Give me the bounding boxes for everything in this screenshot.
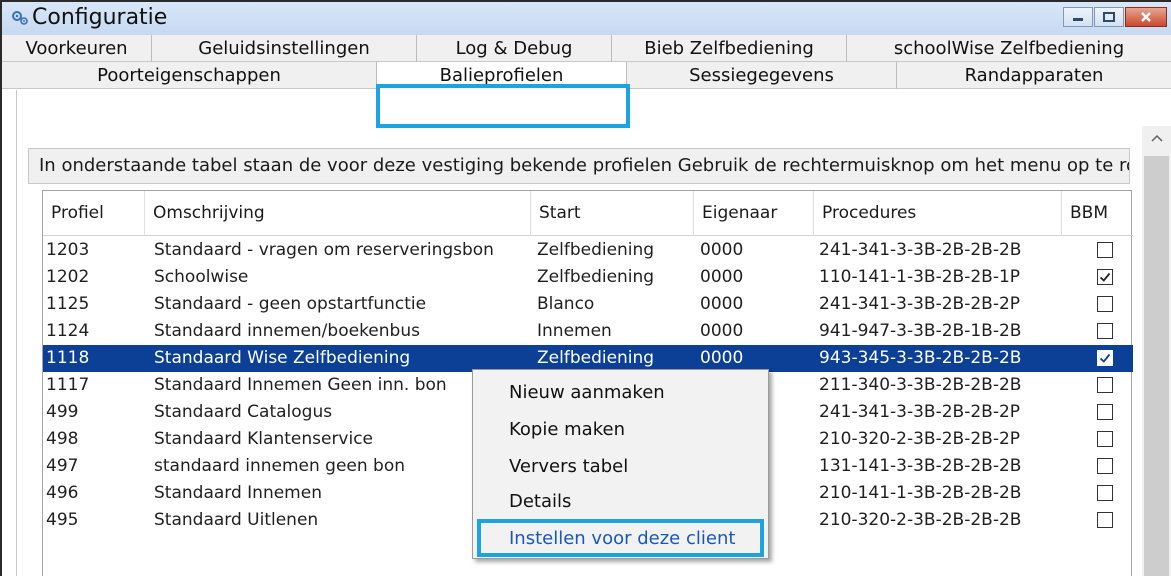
tab-balieprofielen[interactable]: Balieprofielen [377,62,627,89]
bbm-checkbox[interactable] [1097,350,1113,366]
column-header-bbm[interactable]: BBM [1062,191,1133,236]
cell-profiel: 499 [46,402,79,422]
maximize-button[interactable] [1094,7,1124,27]
cell-omschrijving: Standaard - geen opstartfunctie [154,294,427,314]
maximize-icon [1103,12,1115,22]
bbm-checkbox[interactable] [1097,458,1113,474]
cell-eigenaar: 0000 [700,348,744,368]
bbm-checkbox[interactable] [1097,296,1113,312]
cell-procedures: 110-141-1-3B-2B-2B-1P [819,267,1021,287]
table-row[interactable]: 1124 Standaard innemen/boekenbus Innemen 00… [43,318,1133,345]
table-row[interactable]: 1118 Standaard Wise Zelfbediening Zelfbedi… [43,345,1133,372]
context-menu: Nieuw aanmaken Kopie maken Ververs tabel… [472,369,769,559]
window-controls [1062,7,1167,27]
bbm-checkbox[interactable] [1097,323,1113,339]
scroll-thumb[interactable] [1144,156,1169,576]
menu-item-nieuw-aanmaken[interactable]: Nieuw aanmaken [473,376,768,410]
cell-procedures: 211-340-3-3B-2B-2B-2B [819,375,1022,395]
cell-eigenaar: 0000 [700,321,744,341]
cell-procedures: 210-320-2-3B-2B-2B-2B [819,510,1022,530]
table-row[interactable]: 1202 Schoolwise Zelfbediening 0000 110-141-1… [43,264,1133,291]
tab-poorteigenschappen[interactable]: Poorteigenschappen [2,62,377,89]
cell-profiel: 496 [46,483,79,503]
cell-start: Zelfbediening [537,267,655,287]
checkmark-icon [1099,353,1111,363]
menu-item-details[interactable]: Details [473,485,768,519]
column-header-omschrijving[interactable]: Omschrijving [145,191,531,236]
minimize-icon [1073,18,1083,21]
cell-profiel: 1117 [46,375,90,395]
tab-log-debug[interactable]: Log & Debug [417,35,612,62]
cell-procedures: 943-345-3-3B-2B-2B-2B [819,348,1022,368]
bbm-checkbox[interactable] [1097,485,1113,501]
cell-start: Zelfbediening [537,348,655,368]
cell-omschrijving: Schoolwise [154,267,249,287]
window-title: Configuratie [32,5,168,30]
tab-row-1: Voorkeuren Geluidsinstellingen Log & Deb… [2,35,1171,62]
menu-item-ververs-tabel[interactable]: Ververs tabel [473,450,768,484]
menu-item-instellen-voor-deze-client[interactable]: Instellen voor deze client [473,522,768,556]
close-button[interactable] [1125,7,1167,27]
cell-profiel: 1202 [46,267,90,287]
cell-eigenaar: 0000 [700,240,744,260]
cell-procedures: 941-947-3-3B-2B-1B-2B [819,321,1022,341]
cell-procedures: 210-320-2-3B-2B-2B-2P [819,429,1021,449]
cell-profiel: 495 [46,510,79,530]
cell-omschrijving: Standaard Wise Zelfbediening [154,348,411,368]
cell-profiel: 1124 [46,321,90,341]
tab-geluidsinstellingen[interactable]: Geluidsinstellingen [152,35,417,62]
cell-profiel: 1203 [46,240,90,260]
cell-start: Innemen [537,321,612,341]
bbm-checkbox[interactable] [1097,242,1113,258]
table-header: Profiel Omschrijving Start Eigenaar Proc… [43,191,1133,236]
column-header-eigenaar[interactable]: Eigenaar [694,191,814,236]
tab-schoolwise-zelfbediening[interactable]: schoolWise Zelfbediening [847,35,1171,62]
vertical-scrollbar[interactable] [1142,126,1171,576]
cell-start: Blanco [537,294,595,314]
column-header-procedures[interactable]: Procedures [814,191,1062,236]
cell-omschrijving: Standaard - vragen om reserveringsbon [154,240,494,260]
bbm-checkbox[interactable] [1097,431,1113,447]
info-text: In onderstaande tabel staan de voor deze… [28,148,1130,184]
cell-procedures: 131-141-3-3B-2B-2B-2B [819,456,1022,476]
close-icon [1141,12,1151,22]
cell-profiel: 498 [46,429,79,449]
table-row[interactable]: 1125 Standaard - geen opstartfunctie Blanc… [43,291,1133,318]
tab-row-2: Poorteigenschappen Balieprofielen Sessie… [2,62,1171,89]
cell-procedures: 241-341-3-3B-2B-2B-2P [819,294,1021,314]
chevron-up-icon [1150,134,1163,142]
tab-sessiegegevens[interactable]: Sessiegegevens [627,62,897,89]
cell-start: Zelfbediening [537,240,655,260]
gears-icon [10,8,30,28]
cell-procedures: 241-341-3-3B-2B-2B-2P [819,402,1021,422]
bbm-checkbox[interactable] [1097,269,1113,285]
configuratie-window: Configuratie Voorkeuren Geluidsinstellin… [0,0,1171,576]
cell-profiel: 1118 [46,348,90,368]
tab-randapparaten[interactable]: Randapparaten [897,62,1171,89]
column-header-start[interactable]: Start [531,191,694,236]
cell-procedures: 241-341-3-3B-2B-2B-2B [819,240,1022,260]
table-row[interactable]: 1203 Standaard - vragen om reserveringsbo… [43,237,1133,264]
tab-voorkeuren[interactable]: Voorkeuren [2,35,152,62]
title-bar[interactable]: Configuratie [2,2,1171,36]
menu-item-kopie-maken[interactable]: Kopie maken [473,413,768,447]
tab-bieb-zelfbediening[interactable]: Bieb Zelfbediening [612,35,847,62]
cell-eigenaar: 0000 [700,267,744,287]
scroll-up-button[interactable] [1142,126,1171,150]
bbm-checkbox[interactable] [1097,404,1113,420]
cell-profiel: 497 [46,456,79,476]
minimize-button[interactable] [1063,7,1093,27]
cell-procedures: 210-141-1-3B-2B-2B-2B [819,483,1022,503]
column-header-profiel[interactable]: Profiel [43,191,145,236]
cell-profiel: 1125 [46,294,90,314]
cell-eigenaar: 0000 [700,294,744,314]
bbm-checkbox[interactable] [1097,512,1113,528]
checkmark-icon [1099,272,1111,282]
cell-omschrijving: Standaard innemen/boekenbus [154,321,420,341]
bbm-checkbox[interactable] [1097,377,1113,393]
